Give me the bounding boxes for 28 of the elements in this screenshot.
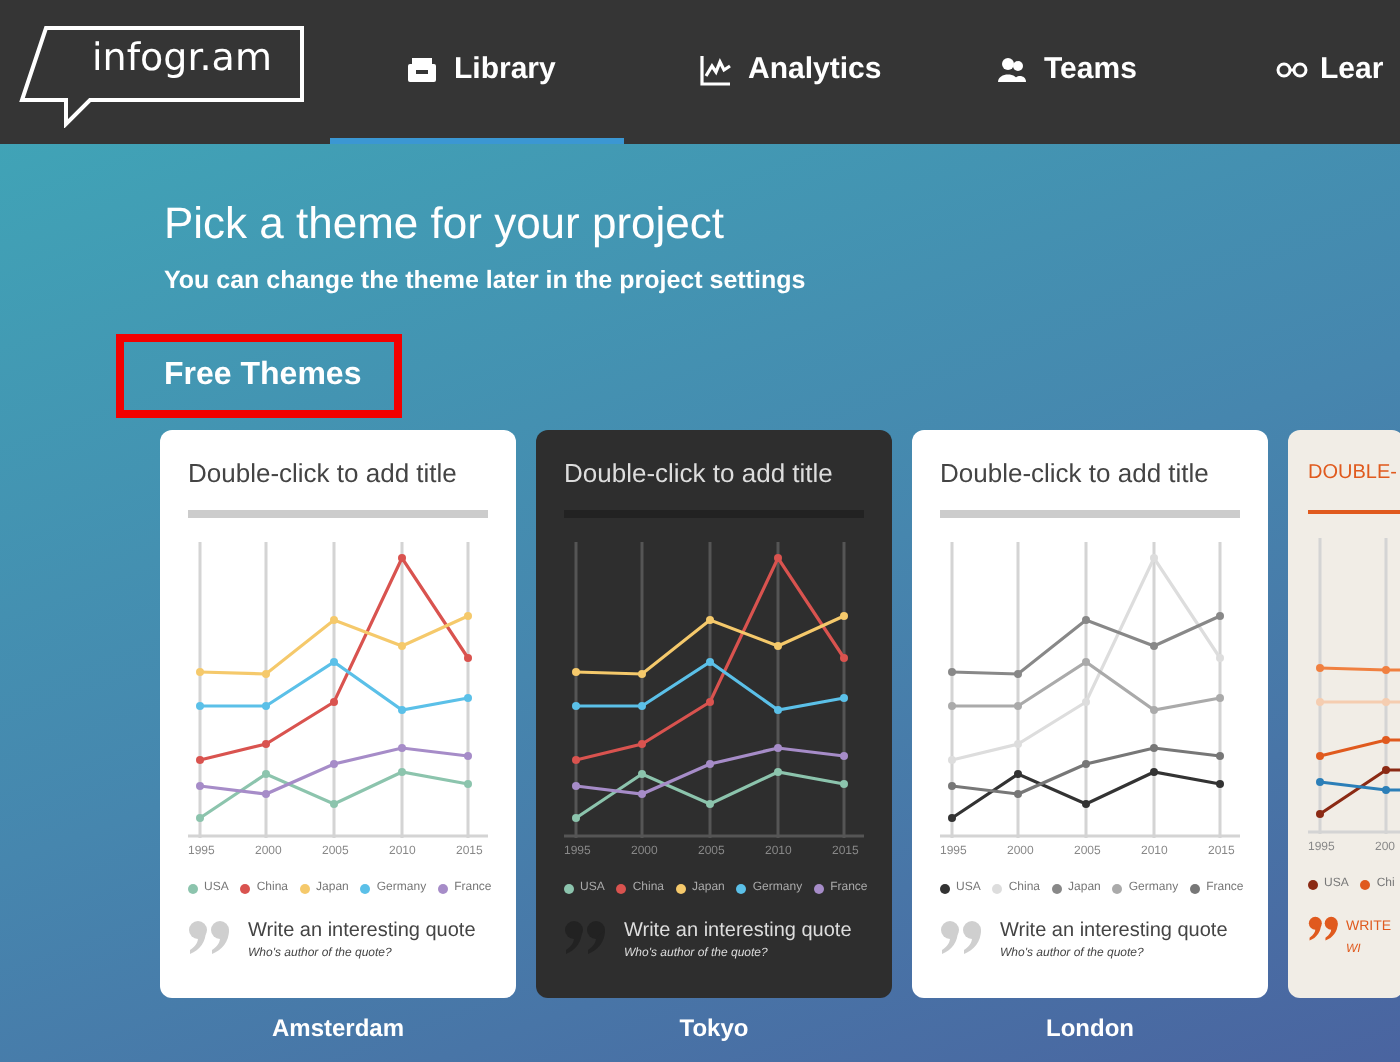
people-icon bbox=[996, 53, 1028, 85]
theme-name: London bbox=[1046, 1012, 1134, 1044]
chart-title: Double-click to add title bbox=[564, 458, 835, 490]
quote-text: Write an interesting quote bbox=[248, 920, 476, 944]
chart-line bbox=[1316, 698, 1400, 706]
chart-title: Double-click to add title bbox=[940, 458, 1211, 490]
theme-name: Amsterdam bbox=[271, 1012, 405, 1044]
nav-tab[interactable]: Library bbox=[330, 0, 624, 144]
quote-icon bbox=[188, 920, 232, 956]
chart-title: DOUBLE- bbox=[1308, 460, 1399, 488]
quote-text: Write an interesting quote bbox=[1000, 920, 1228, 944]
theme-name: Tokyo bbox=[679, 1012, 749, 1044]
nav-tab[interactable]: Teams bbox=[920, 0, 1216, 144]
nav-tab[interactable]: Lear bbox=[1216, 0, 1384, 144]
page-subtitle: You can change the theme later in the project settings bbox=[164, 264, 808, 296]
section-heading: Free Themes bbox=[116, 334, 402, 418]
chart-line bbox=[1316, 736, 1400, 760]
line-chart-icon bbox=[700, 53, 732, 85]
page-title: Pick a theme for your project bbox=[164, 196, 727, 252]
quote-text: Write an interesting quote bbox=[624, 920, 852, 944]
speech-bubble-icon bbox=[18, 24, 306, 128]
nav-tab[interactable]: Analytics bbox=[624, 0, 920, 144]
chart-title: Double-click to add title bbox=[188, 458, 459, 490]
chart-line bbox=[1316, 664, 1400, 674]
tray-icon bbox=[406, 53, 438, 85]
quote-icon bbox=[1308, 916, 1340, 942]
quote-icon bbox=[940, 920, 984, 956]
title-rule bbox=[1308, 510, 1400, 514]
